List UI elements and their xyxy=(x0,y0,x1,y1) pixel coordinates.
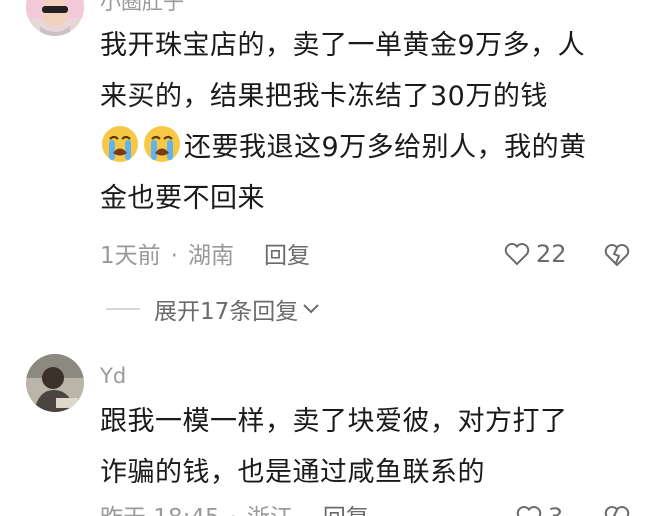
comment-line: 金也要不回来 xyxy=(100,183,265,214)
comment-line: 诈骗的钱，也是通过咸鱼联系的 xyxy=(100,457,485,488)
comment-text: 跟我一模一样，卖了块爱彼，对方打了 诈骗的钱，也是通过咸鱼联系的 xyxy=(100,396,568,498)
expand-replies-button[interactable]: 展开17条回复 xyxy=(106,292,320,326)
loudly-crying-face-icon xyxy=(100,124,140,164)
comment-time: 1天前 xyxy=(100,243,161,269)
comment-time: 昨天 18:45 xyxy=(100,503,220,516)
comment-location: 浙江 xyxy=(247,503,293,516)
avatar[interactable] xyxy=(26,0,84,36)
reply-button[interactable]: 回复 xyxy=(323,503,369,516)
loudly-crying-face-icon xyxy=(142,124,182,164)
comment-meta: 昨天 18:45 · 浙江 回复 xyxy=(100,503,369,516)
divider xyxy=(106,308,140,310)
comment-feed: 小圈肚子 我开珠宝店的，卖了一单黄金9万多，人 来买的，结果把我卡冻结了30万的… xyxy=(0,0,660,516)
heart-icon xyxy=(504,243,530,266)
like-button[interactable]: 3 xyxy=(516,503,563,516)
comment-line: 我开珠宝店的，卖了一单黄金9万多，人 xyxy=(100,30,586,61)
like-count: 3 xyxy=(548,503,563,516)
comment-line: 还要我退这9万多给别人，我的黄 xyxy=(184,132,587,163)
comment-line: 来买的，结果把我卡冻结了30万的钱 xyxy=(100,81,548,112)
meta-separator: · xyxy=(230,503,237,516)
reply-button[interactable]: 回复 xyxy=(264,241,310,271)
comment-author[interactable]: Yd xyxy=(100,362,126,390)
comment-line-with-emoji: 还要我退这9万多给别人，我的黄 xyxy=(100,122,587,173)
comment-line: 跟我一模一样，卖了块爱彼，对方打了 xyxy=(100,406,568,437)
heart-icon xyxy=(516,506,542,516)
dislike-icon[interactable] xyxy=(604,243,630,267)
meta-separator: · xyxy=(170,243,178,269)
dislike-icon[interactable] xyxy=(604,505,630,516)
comment-location: 湖南 xyxy=(187,243,234,269)
comment-author[interactable]: 小圈肚子 xyxy=(100,0,184,16)
comment-meta: 1天前 · 湖南 回复 xyxy=(100,241,310,271)
like-button[interactable]: 22 xyxy=(504,240,567,268)
comment-text: 我开珠宝店的，卖了一单黄金9万多，人 来买的，结果把我卡冻结了30万的钱 还要我… xyxy=(100,20,587,224)
chevron-down-icon xyxy=(303,304,319,314)
expand-replies-label: 展开17条回复 xyxy=(154,299,299,325)
avatar[interactable] xyxy=(26,354,84,412)
like-count: 22 xyxy=(536,240,567,268)
